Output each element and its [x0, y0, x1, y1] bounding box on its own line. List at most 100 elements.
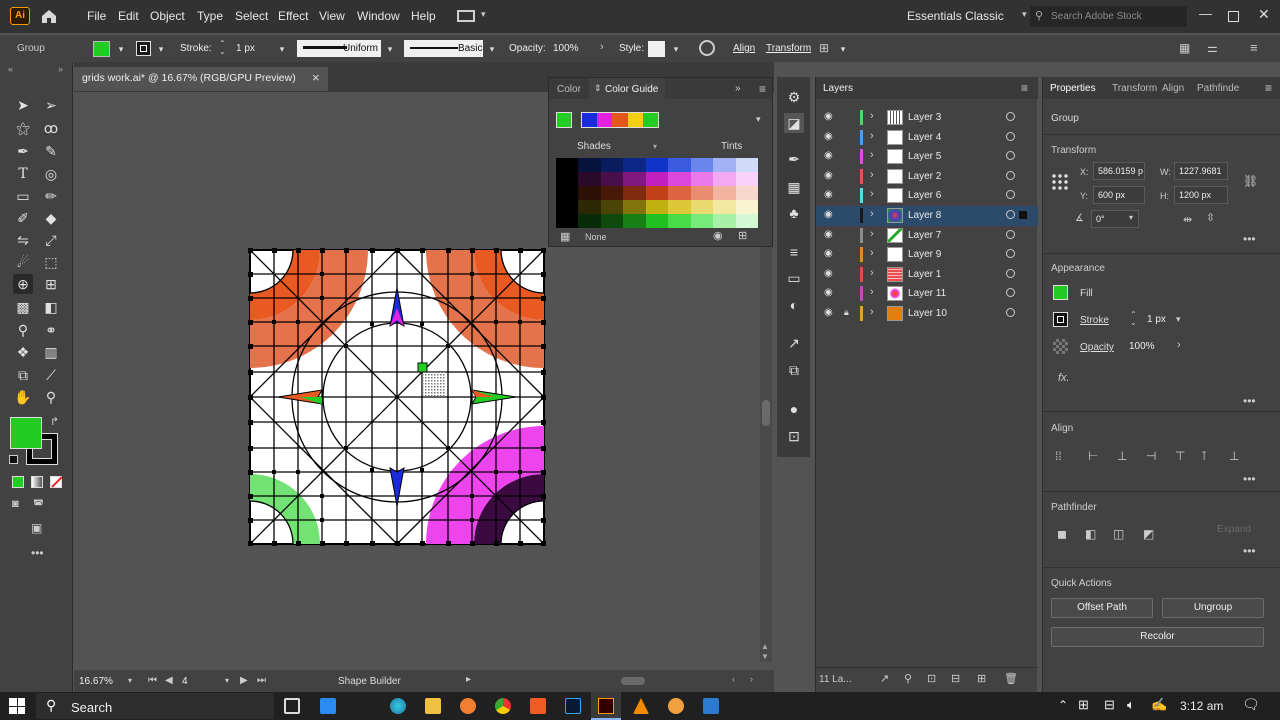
- shaper-tool-icon[interactable]: ✐: [13, 208, 33, 228]
- layer-name[interactable]: Layer 9: [908, 249, 941, 260]
- tab-transform[interactable]: Transform: [1112, 83, 1157, 94]
- menu-icon[interactable]: ≡: [1250, 40, 1258, 55]
- layers-panel-title[interactable]: Layers: [823, 83, 853, 94]
- layer-row[interactable]: ◉ › Layer 1: [816, 265, 1038, 285]
- variation-swatch[interactable]: [735, 172, 758, 186]
- stroke-weight-value[interactable]: 1 px: [1147, 314, 1166, 325]
- gradient-mode-icon[interactable]: [31, 476, 43, 488]
- panel-options-icon[interactable]: ⚌: [1207, 41, 1218, 55]
- harmony-swatch[interactable]: [627, 113, 643, 127]
- align-link[interactable]: Align: [733, 43, 755, 54]
- perspective-grid-tool-icon[interactable]: ⊞: [41, 274, 61, 294]
- variation-swatch[interactable]: [623, 214, 646, 228]
- chevron-down-icon[interactable]: ▾: [1129, 213, 1133, 222]
- opacity-value[interactable]: 100%: [553, 43, 579, 54]
- variation-swatch[interactable]: [578, 172, 601, 186]
- new-layer-icon[interactable]: ⊞: [977, 672, 986, 685]
- variation-swatch[interactable]: [713, 200, 736, 214]
- network-icon[interactable]: ⊟: [1104, 697, 1115, 713]
- variation-swatch[interactable]: [713, 186, 736, 200]
- harmony-color-strip[interactable]: [581, 112, 659, 128]
- color-panel-icon[interactable]: ●: [784, 399, 804, 419]
- new-sublayer-icon[interactable]: ⊟: [951, 672, 960, 685]
- edge-icon[interactable]: [390, 698, 406, 714]
- variation-swatch[interactable]: [690, 172, 714, 186]
- warp-tool-icon[interactable]: ☄: [13, 252, 33, 272]
- recolor-button[interactable]: Recolor: [1051, 627, 1264, 647]
- layer-name[interactable]: Layer 5: [908, 151, 941, 162]
- align-hcenter-icon[interactable]: ⊥: [1117, 449, 1127, 463]
- offset-path-button[interactable]: Offset Path: [1051, 598, 1153, 618]
- variation-swatch[interactable]: [556, 214, 579, 228]
- clipping-mask-icon[interactable]: ⊡: [927, 672, 936, 685]
- vertical-scroll-thumb[interactable]: [762, 400, 770, 426]
- trash-icon[interactable]: 🗑︎: [1004, 672, 1018, 685]
- chevron-down-icon[interactable]: ▾: [155, 43, 167, 55]
- layer-name[interactable]: Layer 8: [908, 210, 941, 221]
- layer-name[interactable]: Layer 6: [908, 190, 941, 201]
- variation-swatch[interactable]: [645, 214, 669, 228]
- spiral-tool-icon[interactable]: ◎: [41, 164, 61, 184]
- horizontal-scroll-thumb[interactable]: [621, 677, 645, 685]
- h-input[interactable]: 1200 px: [1174, 186, 1228, 204]
- visibility-eye-icon[interactable]: ◉: [824, 209, 833, 220]
- mesh-tool-icon[interactable]: ▩: [13, 297, 33, 317]
- file-explorer-icon[interactable]: [425, 698, 441, 714]
- tab-color-guide[interactable]: Color Guide ⇕: [589, 78, 665, 99]
- tab-properties[interactable]: Properties: [1050, 83, 1096, 94]
- first-artboard-icon[interactable]: ⏮: [148, 675, 157, 686]
- layer-row[interactable]: ◉ › Layer 6: [816, 186, 1038, 206]
- stroke-label[interactable]: Stroke: [1080, 315, 1109, 326]
- visibility-eye-icon[interactable]: ◉: [824, 170, 833, 181]
- variation-swatch[interactable]: [600, 214, 624, 228]
- x-input[interactable]: 586.0159 p: [1093, 162, 1145, 180]
- artwork[interactable]: [248, 248, 546, 546]
- color-mode-icon[interactable]: [12, 476, 24, 488]
- fx-button[interactable]: fx.: [1058, 372, 1070, 384]
- visibility-eye-icon[interactable]: ◉: [824, 287, 833, 298]
- expand-chevron-icon[interactable]: ›: [870, 169, 874, 181]
- gradient-panel-icon[interactable]: ▭: [784, 268, 804, 288]
- panel-menu-icon[interactable]: ≡: [1021, 81, 1028, 95]
- w-input[interactable]: 1227.9681: [1174, 162, 1228, 180]
- expand-chevron-icon[interactable]: ›: [870, 208, 874, 220]
- fill-swatch[interactable]: [93, 41, 110, 57]
- variation-swatch[interactable]: [556, 158, 579, 172]
- variation-swatch[interactable]: [668, 172, 691, 186]
- export-icon[interactable]: ↗: [880, 672, 889, 685]
- arrange-documents-icon[interactable]: [457, 10, 475, 22]
- blender-icon[interactable]: [460, 698, 476, 714]
- direct-selection-tool-icon[interactable]: ➢: [41, 95, 61, 115]
- variation-swatch[interactable]: [668, 158, 691, 172]
- language-icon[interactable]: ⊞: [1078, 697, 1089, 713]
- target-icon[interactable]: [1006, 249, 1015, 259]
- chevron-down-icon[interactable]: ▾: [837, 43, 849, 55]
- variation-swatch[interactable]: [645, 186, 669, 200]
- save-group-icon[interactable]: ⊞: [738, 229, 747, 242]
- variation-swatch[interactable]: [713, 214, 736, 228]
- chevron-down-icon[interactable]: ▾: [1022, 9, 1027, 20]
- align-left-icon[interactable]: ⊢: [1088, 449, 1098, 463]
- target-icon[interactable]: [1006, 210, 1015, 219]
- menu-view[interactable]: View: [319, 9, 345, 23]
- windows-start-icon[interactable]: [9, 698, 25, 714]
- eyedropper-tool-icon[interactable]: ⚲: [13, 320, 33, 340]
- layer-row[interactable]: ◉ › Layer 5: [816, 147, 1038, 167]
- layer-name[interactable]: Layer 4: [908, 132, 941, 143]
- free-transform-tool-icon[interactable]: ⬚: [41, 252, 61, 272]
- photos-icon[interactable]: [703, 698, 719, 714]
- screen-mode-icon[interactable]: ▣: [31, 521, 42, 535]
- align-right-icon[interactable]: ⊣: [1146, 449, 1156, 463]
- search-icon[interactable]: ⚲: [904, 672, 912, 685]
- document-tab[interactable]: grids work.ai* @ 16.67% (RGB/GPU Preview…: [74, 67, 328, 91]
- swatch-library-icon[interactable]: ▦: [560, 230, 570, 243]
- horizontal-scrollbar[interactable]: ‹ ›: [484, 674, 766, 687]
- scroll-right-icon[interactable]: ›: [750, 674, 753, 684]
- next-artboard-icon[interactable]: ▶: [240, 675, 248, 686]
- drawing-behind-icon[interactable]: ◚: [33, 498, 44, 511]
- variations-grid[interactable]: [556, 158, 758, 228]
- ungroup-button[interactable]: Ungroup: [1162, 598, 1264, 618]
- transparency-icon[interactable]: ◐: [784, 295, 804, 315]
- target-icon[interactable]: [1006, 131, 1015, 141]
- none-mode-icon[interactable]: [50, 476, 63, 488]
